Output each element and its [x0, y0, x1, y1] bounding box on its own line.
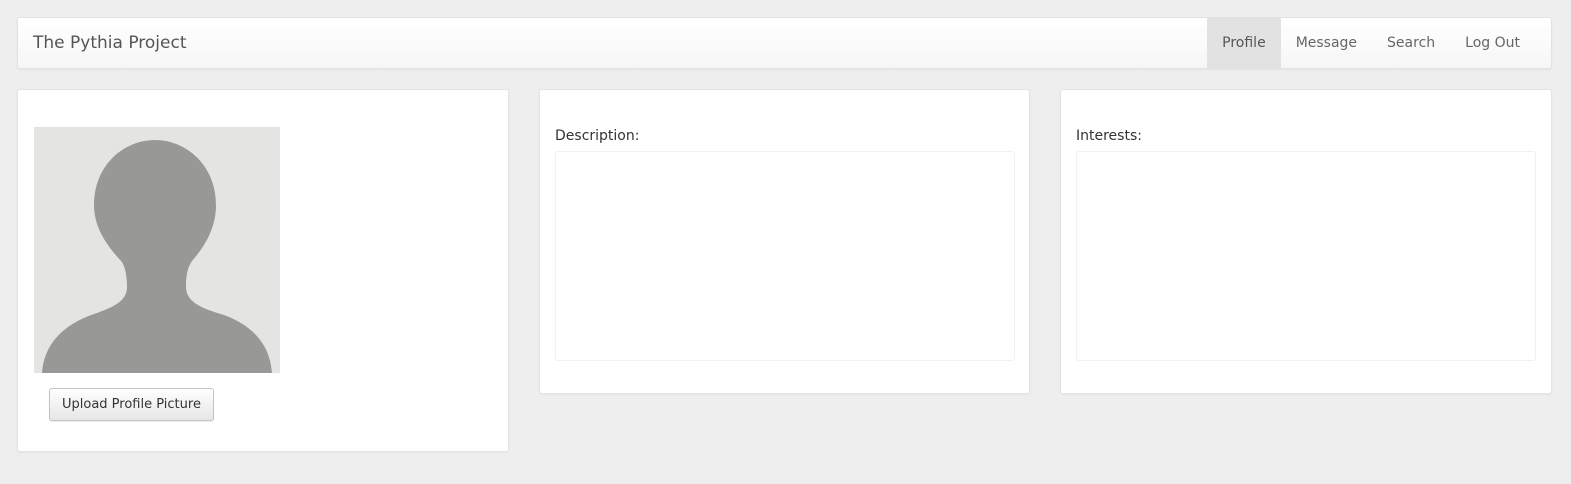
interests-label: Interests: — [1076, 128, 1142, 144]
description-panel: Description: — [539, 89, 1030, 394]
nav-menu: Profile Message Search Log Out — [1207, 18, 1535, 68]
nav-item-log-out[interactable]: Log Out — [1450, 18, 1535, 68]
nav-item-message[interactable]: Message — [1281, 18, 1372, 68]
nav-item-profile[interactable]: Profile — [1207, 18, 1281, 68]
upload-profile-picture-button[interactable]: Upload Profile Picture — [49, 388, 214, 421]
description-textarea[interactable] — [555, 151, 1015, 361]
interests-panel: Interests: — [1060, 89, 1552, 394]
profile-picture-panel: Upload Profile Picture — [17, 89, 509, 452]
brand-title[interactable]: The Pythia Project — [33, 18, 186, 68]
top-navbar: The Pythia Project Profile Message Searc… — [17, 17, 1552, 69]
interests-textarea[interactable] — [1076, 151, 1536, 361]
description-label: Description: — [555, 128, 640, 144]
user-silhouette-icon — [42, 140, 272, 373]
nav-item-search[interactable]: Search — [1372, 18, 1450, 68]
avatar — [34, 127, 280, 373]
